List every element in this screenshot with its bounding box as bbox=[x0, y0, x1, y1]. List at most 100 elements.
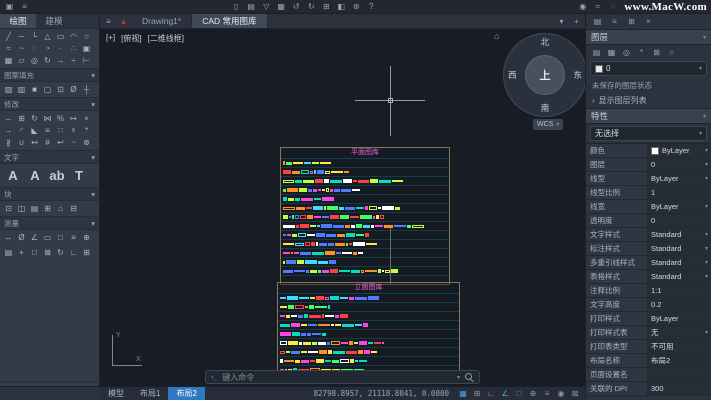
elliptical-arc-icon[interactable]: ◔ bbox=[41, 42, 54, 54]
rotate-icon[interactable]: ↻ bbox=[28, 112, 41, 124]
mtext-icon[interactable]: A bbox=[2, 165, 24, 185]
redo-icon[interactable]: ↻ bbox=[306, 1, 317, 12]
tab-layout2[interactable]: 布局2 bbox=[168, 387, 204, 400]
tab-list-icon[interactable]: ▾ bbox=[556, 16, 567, 27]
layer-states-icon[interactable]: ▦ bbox=[606, 47, 617, 58]
region-icon[interactable]: ▣ bbox=[80, 42, 93, 54]
tab-model[interactable]: 建模 bbox=[36, 14, 72, 28]
single-line-text-icon[interactable]: A bbox=[24, 165, 46, 185]
drawing-canvas[interactable]: [+][俯视][二维线框] ⌂ 北 南 西 东 上 WCS ▾ Y X ›_ 键… bbox=[100, 29, 585, 386]
property-value-plot-style-table[interactable]: 无▾ bbox=[648, 326, 711, 339]
multiple-points-icon[interactable]: ∴ bbox=[67, 42, 80, 54]
command-line[interactable]: ›_ 键入命令 ▾ bbox=[205, 370, 480, 384]
app-menu-icon[interactable]: ≡ bbox=[19, 1, 30, 12]
tab-cad-library[interactable]: CAD 常用图库 bbox=[192, 14, 267, 28]
table-icon[interactable]: ▦ bbox=[2, 54, 15, 66]
insert-block-icon[interactable]: ⊡ bbox=[2, 202, 15, 214]
chevron-down-icon[interactable]: ▾ bbox=[457, 374, 460, 381]
new-tab-icon[interactable]: + bbox=[571, 16, 582, 27]
property-value-dim-style[interactable]: Standard▾ bbox=[648, 242, 711, 255]
panel-layers-icon[interactable]: ▤ bbox=[592, 16, 603, 27]
tab-drawing1[interactable]: Drawing1* bbox=[132, 14, 192, 28]
ellipse-icon[interactable]: ◌ bbox=[28, 42, 41, 54]
palette-section-block[interactable]: 块▾ bbox=[0, 187, 99, 201]
layer-properties-icon[interactable]: ▤ bbox=[591, 47, 602, 58]
rectangle-icon[interactable]: ▭ bbox=[54, 30, 67, 42]
tools-icon[interactable]: ⊛ bbox=[351, 1, 362, 12]
sync-cloud-icon[interactable]: ≈ bbox=[592, 1, 603, 12]
help-icon[interactable]: ? bbox=[366, 1, 377, 12]
fullscreen-icon[interactable]: ⊠ bbox=[569, 389, 581, 398]
selection-filter[interactable]: 无选择 ▾ bbox=[590, 126, 707, 141]
pan-icon[interactable]: + bbox=[15, 246, 28, 258]
property-value-plot-table-type[interactable]: 不可用 bbox=[648, 340, 711, 353]
layer-lock-icon[interactable]: ⊠ bbox=[651, 47, 662, 58]
object-snap-icon[interactable]: □ bbox=[513, 389, 525, 398]
viewports-icon[interactable]: ⊞ bbox=[80, 246, 93, 258]
viewport-control-0[interactable]: [+] bbox=[106, 33, 115, 44]
print-icon[interactable]: ▦ bbox=[276, 1, 287, 12]
arc-icon[interactable]: ◠ bbox=[67, 30, 80, 42]
volume-icon[interactable]: □ bbox=[54, 231, 67, 243]
property-value-linetype[interactable]: ByLayer▾ bbox=[648, 172, 711, 185]
revision-cloud-icon[interactable]: ≈ bbox=[2, 42, 15, 54]
zoom-window-icon[interactable]: □ bbox=[28, 246, 41, 258]
object-track-icon[interactable]: ⊕ bbox=[527, 389, 539, 398]
compass-east[interactable]: 东 bbox=[573, 69, 582, 81]
extend-icon[interactable]: → bbox=[2, 124, 15, 136]
layer-freeze-icon[interactable]: * bbox=[636, 47, 647, 58]
break-icon[interactable]: ∦ bbox=[2, 136, 15, 148]
polar-tracking-icon[interactable]: ∠ bbox=[499, 389, 511, 398]
property-value-layer[interactable]: 0▾ bbox=[648, 158, 711, 171]
property-value-transparency[interactable]: 0 bbox=[648, 214, 711, 227]
wipeout-icon[interactable]: ▱ bbox=[15, 54, 28, 66]
ortho-icon[interactable]: ∟ bbox=[485, 389, 497, 398]
helix-icon[interactable]: ↻ bbox=[41, 54, 54, 66]
trim-icon[interactable]: × bbox=[80, 112, 93, 124]
zoom-extents-icon[interactable]: ⊠ bbox=[41, 246, 54, 258]
donut-icon[interactable]: ◎ bbox=[28, 54, 41, 66]
app-window-icon[interactable]: ▣ bbox=[4, 1, 15, 12]
list-icon[interactable]: ≡ bbox=[67, 231, 80, 243]
hatch-icon[interactable]: ▨ bbox=[2, 83, 15, 95]
current-layer-selector[interactable]: 0 ▾ bbox=[590, 61, 707, 76]
chamfer-icon[interactable]: ◣ bbox=[28, 124, 41, 136]
polyline-icon[interactable]: └ bbox=[28, 30, 41, 42]
divide-icon[interactable]: ÷ bbox=[67, 54, 80, 66]
boundary-icon[interactable]: ▢ bbox=[41, 83, 54, 95]
property-value-mleader-style[interactable]: Standard▾ bbox=[648, 256, 711, 269]
scale-icon[interactable]: % bbox=[54, 112, 67, 124]
island-detect-icon[interactable]: ⊡ bbox=[54, 83, 67, 95]
app-badge-icon[interactable]: ▲ bbox=[118, 16, 129, 27]
compass-north[interactable]: 北 bbox=[541, 36, 550, 48]
tab-layout1[interactable]: 布局1 bbox=[132, 387, 168, 400]
id-point-icon[interactable]: ⊕ bbox=[80, 231, 93, 243]
new-file-icon[interactable]: ▯ bbox=[231, 1, 242, 12]
properties-panel-header[interactable]: 特性 ▾ bbox=[586, 108, 711, 124]
user-account-icon[interactable]: ◉ bbox=[577, 1, 588, 12]
create-block-icon[interactable]: ◫ bbox=[15, 202, 28, 214]
panel-properties-icon[interactable]: ≡ bbox=[609, 16, 620, 27]
undo-icon[interactable]: ↺ bbox=[291, 1, 302, 12]
compass-west[interactable]: 西 bbox=[508, 69, 517, 81]
compass-top-face[interactable]: 上 bbox=[525, 55, 565, 95]
array-icon[interactable]: ∷ bbox=[54, 124, 67, 136]
erase-icon[interactable]: ☓ bbox=[67, 124, 80, 136]
notifications-icon[interactable]: ◌ bbox=[607, 1, 618, 12]
view-compass[interactable]: ⌂ 北 南 西 东 上 bbox=[503, 33, 585, 117]
spline-icon[interactable]: ~ bbox=[15, 42, 28, 54]
gradient-icon[interactable]: ▥ bbox=[15, 83, 28, 95]
layer-isolate-icon[interactable]: ◎ bbox=[621, 47, 632, 58]
angle-icon[interactable]: ∠ bbox=[28, 231, 41, 243]
property-value-text-style[interactable]: Standard▾ bbox=[648, 228, 711, 241]
block-editor-icon[interactable]: ▤ bbox=[28, 202, 41, 214]
home-icon[interactable]: ⌂ bbox=[494, 31, 499, 41]
blend-icon[interactable]: ~ bbox=[67, 136, 80, 148]
coordinate-system-selector[interactable]: WCS ▾ bbox=[533, 119, 563, 130]
property-value-text-height[interactable]: 0.2 bbox=[648, 298, 711, 311]
display-mode-icon[interactable]: ◧ bbox=[336, 1, 347, 12]
layout-grid-icon[interactable]: ⊞ bbox=[321, 1, 332, 12]
property-value-plot-style[interactable]: ByLayer bbox=[648, 312, 711, 325]
property-value-page-setup-name[interactable] bbox=[648, 368, 711, 381]
viewport-control-2[interactable]: [二维线框] bbox=[148, 33, 184, 44]
